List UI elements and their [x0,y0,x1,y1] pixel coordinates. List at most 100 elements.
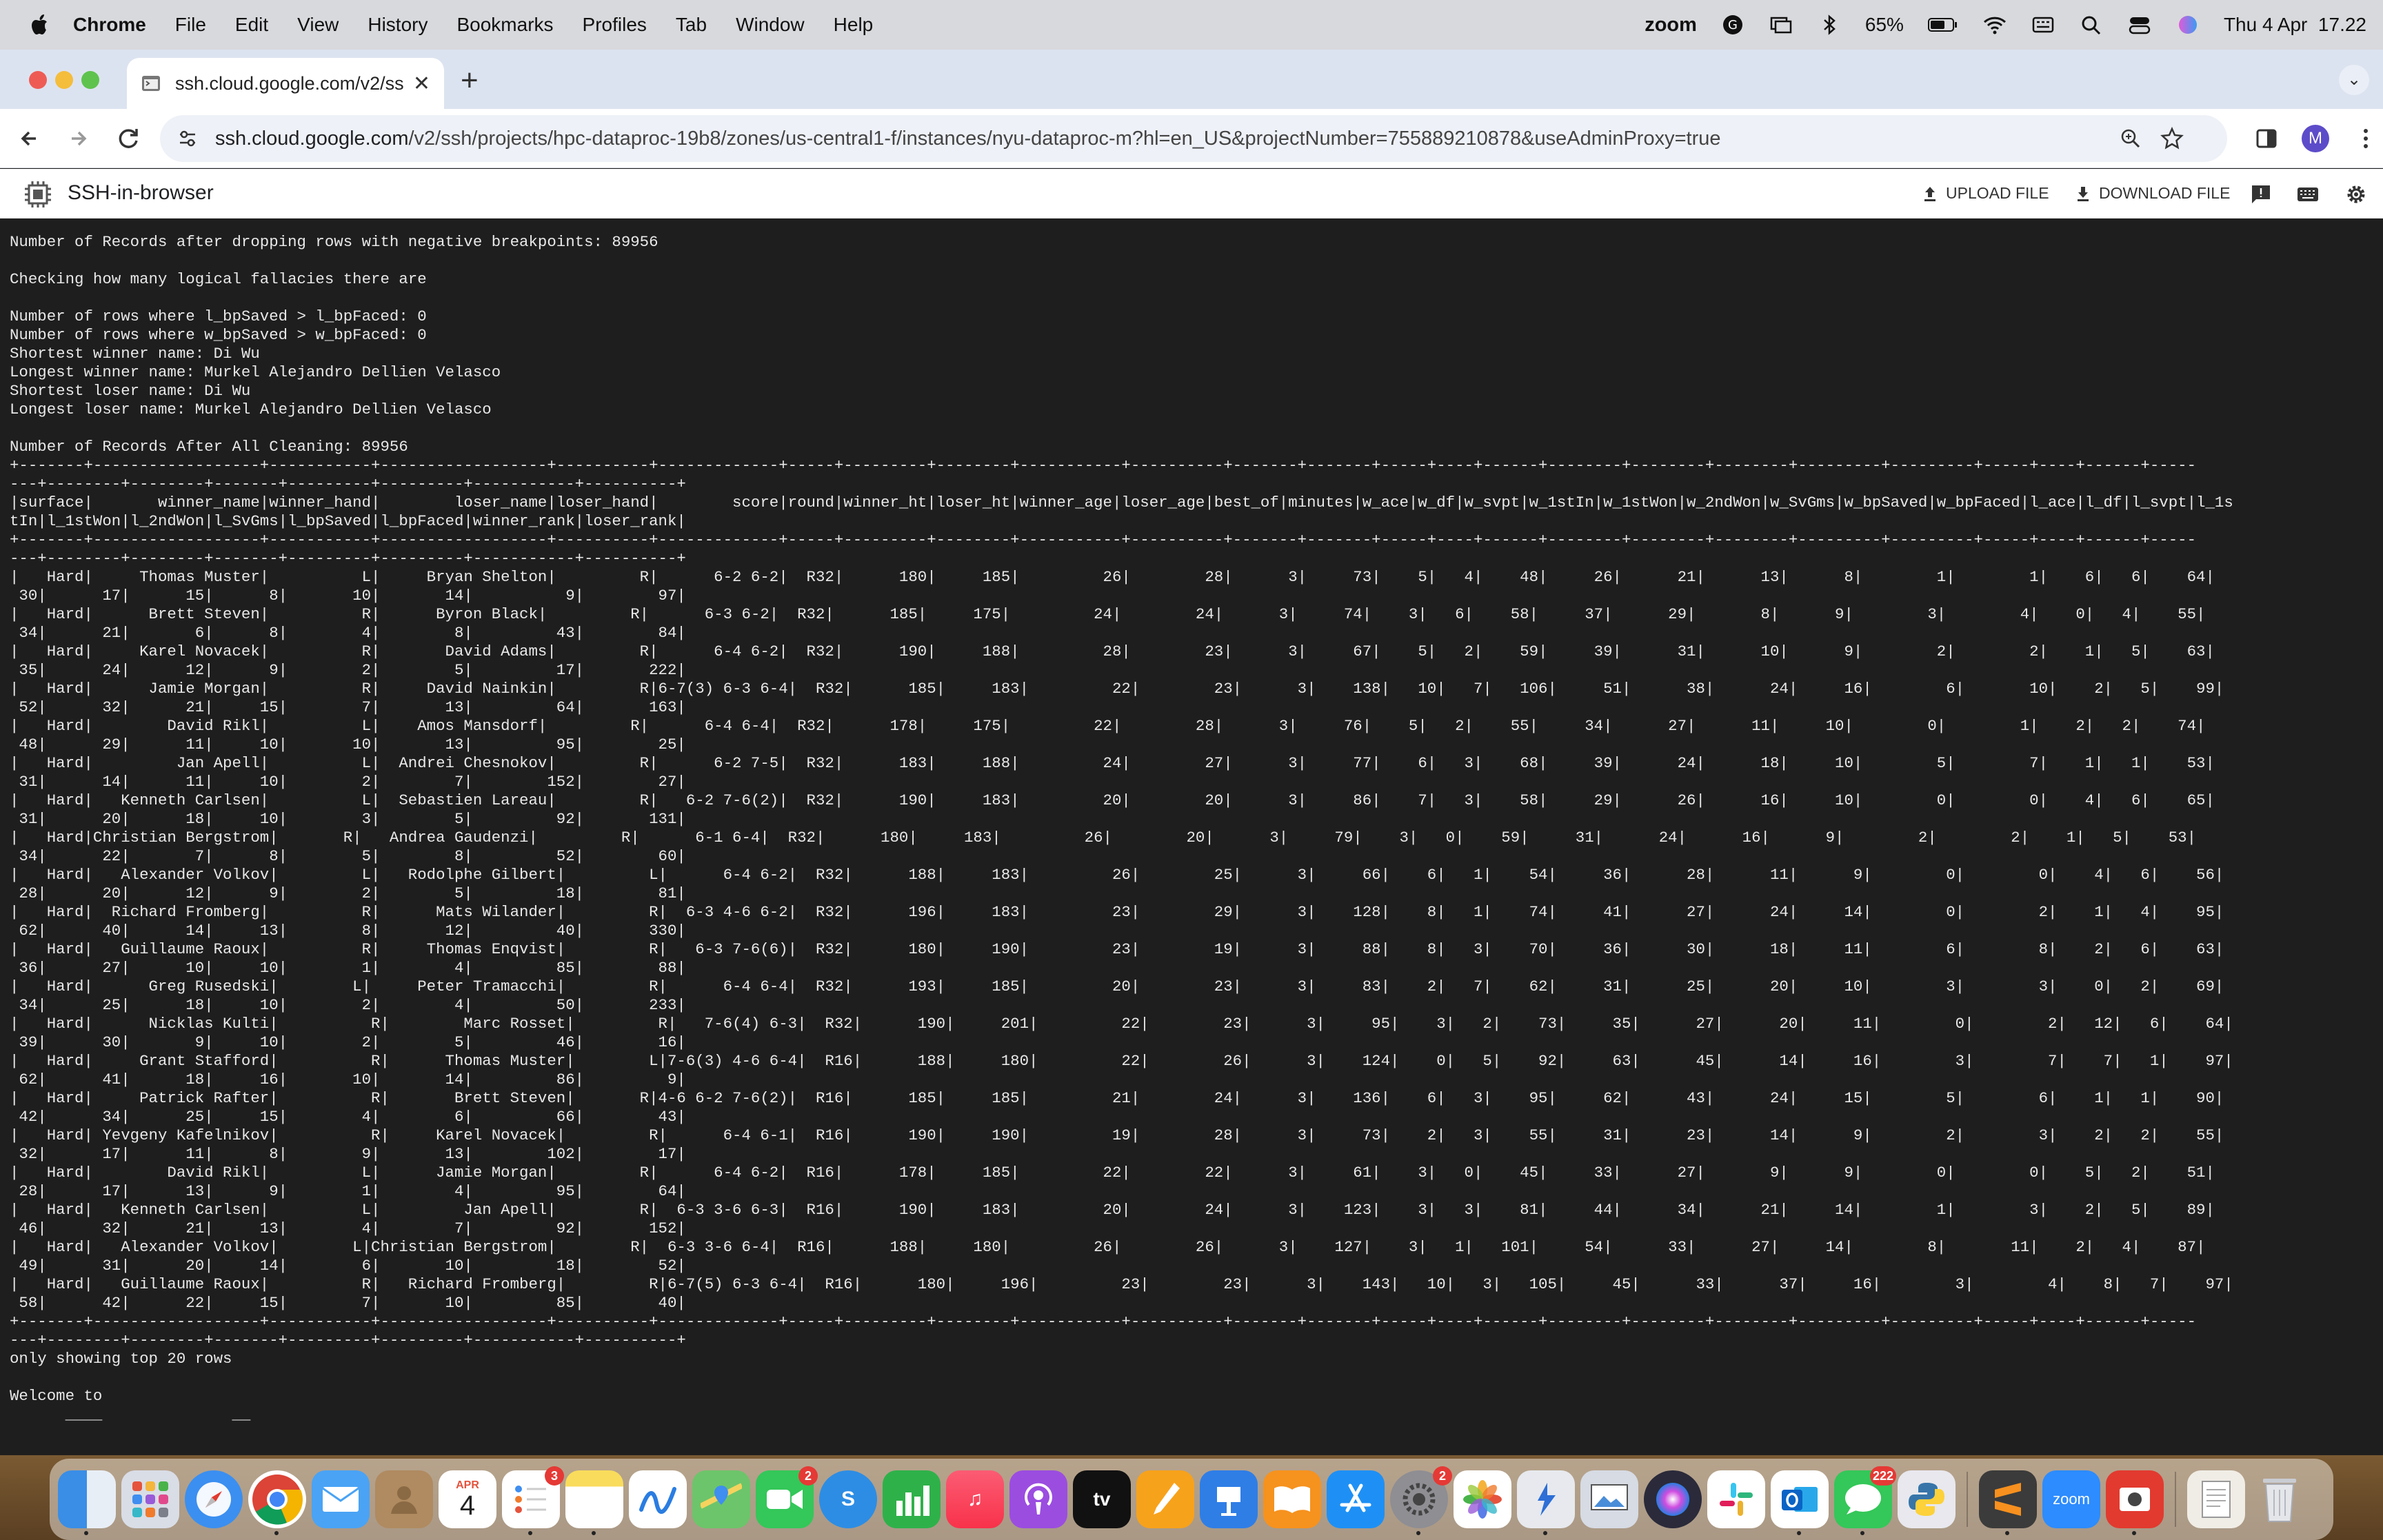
menu-file[interactable]: File [175,14,206,36]
window-minimize-button[interactable] [55,71,73,89]
siri-icon[interactable] [2175,14,2200,36]
finder-icon[interactable] [58,1470,116,1535]
menu-chrome[interactable]: Chrome [73,14,146,36]
terminal-line: | Hard| David Rikl| L| Jamie Morgan| R| … [10,1164,2215,1182]
tab-search-button[interactable]: ⌄ [2339,65,2369,95]
terminal-line: 46| 32| 21| 13| 4| 7| 92| 152| [10,1219,686,1237]
music-icon[interactable]: ♫ [946,1470,1004,1528]
apple-logo-icon[interactable] [26,11,54,39]
terminal-line: +-------+------------------+-----------+… [10,531,2197,549]
keynote-icon[interactable] [1200,1470,1258,1528]
reminders-icon[interactable]: 3 [502,1466,564,1535]
photos-icon[interactable] [1454,1470,1511,1528]
menu-help[interactable]: Help [834,14,874,36]
menu-bookmarks[interactable]: Bookmarks [456,14,553,36]
keyboard-icon[interactable] [2296,183,2320,206]
terminal-line: +-------+------------------+-----------+… [10,456,2197,474]
messages-icon[interactable]: 222 [1834,1466,1896,1535]
control-center-icon[interactable] [2127,14,2152,36]
terminal-line: 39| 30| 9| 10| 2| 5| 46| 16| [10,1033,686,1051]
siri-app-icon[interactable] [1644,1470,1702,1528]
reminders-badge: 3 [545,1466,564,1486]
terminal-line: ---+--------+--------+-------+---------+… [10,1331,686,1349]
settings-gear-icon[interactable] [2344,183,2368,206]
date-time[interactable]: Thu 4 Apr 17.22 [2224,14,2366,36]
tab-ssh[interactable]: ssh.cloud.google.com/v2/ssh ✕ [127,58,444,109]
calendar-icon[interactable]: APR 4 [439,1470,496,1528]
terminal-line: | Hard| Guillaume Raoux| R| Richard From… [10,1275,2233,1293]
launchpad-icon[interactable] [121,1470,179,1528]
safari-icon[interactable] [185,1470,243,1528]
side-panel-icon[interactable] [2251,123,2282,154]
contacts-icon[interactable] [375,1470,433,1528]
outlook-icon[interactable] [1771,1470,1829,1535]
menu-profiles[interactable]: Profiles [583,14,647,36]
terminal-line: 34| 21| 6| 8| 4| 8| 43| 84| [10,624,686,642]
slack-icon[interactable] [1707,1470,1765,1528]
menu-tab[interactable]: Tab [676,14,707,36]
reload-icon[interactable] [113,123,145,154]
menu-edit[interactable]: Edit [235,14,268,36]
app-store-icon[interactable] [1327,1470,1385,1528]
numbers-icon[interactable] [883,1470,941,1528]
spotlight-search-icon[interactable] [2079,14,2104,36]
forward-arrow-icon[interactable] [62,123,94,154]
terminal-line: ____ __ [10,1406,251,1424]
ssh-favicon-icon [142,76,160,91]
bookmark-star-icon[interactable] [2160,126,2184,151]
notes-icon[interactable] [565,1470,623,1535]
apple-tv-icon[interactable]: tv [1073,1470,1131,1528]
address-bar[interactable]: ssh.cloud.google.com/v2/ssh/projects/hpc… [160,115,2227,162]
maps-icon[interactable] [692,1470,750,1528]
tab-close-icon[interactable]: ✕ [413,72,430,96]
menu-history[interactable]: History [368,14,428,36]
recent-document-icon[interactable] [2187,1470,2245,1528]
upload-icon [1924,186,1935,201]
podcasts-icon[interactable] [1009,1470,1067,1528]
terminal-line: Checking how many logical fallacies ther… [10,270,427,288]
zoom-status-item[interactable]: zoom [1645,14,1697,37]
screens-icon[interactable] [1769,14,1793,36]
system-settings-icon[interactable]: 2 [1390,1466,1452,1535]
terminal[interactable]: Number of Records after dropping rows wi… [0,219,2383,1455]
zoom-magnifier-icon[interactable] [2120,128,2142,150]
profile-avatar[interactable]: M [2302,125,2329,152]
chrome-menu-icon[interactable] [2350,123,2382,154]
terminal-line: only showing top 20 rows [10,1350,232,1368]
grammarly-icon[interactable]: G [1720,14,1745,36]
menu-window[interactable]: Window [736,14,805,36]
wifi-icon[interactable] [1982,14,2007,36]
new-tab-button[interactable]: + [461,63,479,98]
books-icon[interactable] [1263,1470,1321,1528]
migration-app-icon[interactable] [1517,1470,1575,1535]
chrome-icon[interactable] [248,1470,306,1535]
python-launcher-icon[interactable] [1898,1470,1955,1528]
trash-icon[interactable] [2251,1470,2309,1528]
terminal-line: 32| 17| 11| 8| 9| 13| 102| 17| [10,1145,686,1163]
upload-file-button[interactable]: UPLOAD FILE [1921,184,2049,203]
back-arrow-icon[interactable] [14,123,46,154]
window-close-button[interactable] [29,71,47,89]
download-file-button[interactable]: DOWNLOAD FILE [2074,184,2230,203]
preview-icon[interactable] [1580,1470,1638,1528]
facetime-icon[interactable]: 2 [756,1466,818,1528]
mail-icon[interactable] [312,1470,370,1528]
keyboard-layout-icon[interactable] [2031,14,2055,36]
terminal-output: Number of Records after dropping rows wi… [0,219,2383,1424]
window-zoom-button[interactable] [81,71,99,89]
skype-icon[interactable]: S [819,1470,877,1528]
site-info-icon[interactable] [177,128,199,150]
terminal-line: 62| 41| 18| 16| 10| 14| 86| 9| [10,1071,686,1088]
feedback-icon[interactable] [2249,183,2273,206]
sublime-text-icon[interactable] [1979,1470,2037,1535]
bluetooth-icon[interactable] [1817,14,1842,36]
menu-view[interactable]: View [297,14,339,36]
freeform-icon[interactable] [629,1470,687,1528]
terminal-line: | Hard| Grant Stafford| R| Thomas Muster… [10,1052,2233,1070]
pages-icon[interactable] [1136,1470,1194,1528]
photo-booth-icon[interactable] [2106,1470,2164,1535]
battery-icon[interactable] [1927,14,1959,36]
zoom-app-icon[interactable]: zoom [2042,1470,2100,1528]
url-host: ssh.cloud.google.com [215,127,409,150]
